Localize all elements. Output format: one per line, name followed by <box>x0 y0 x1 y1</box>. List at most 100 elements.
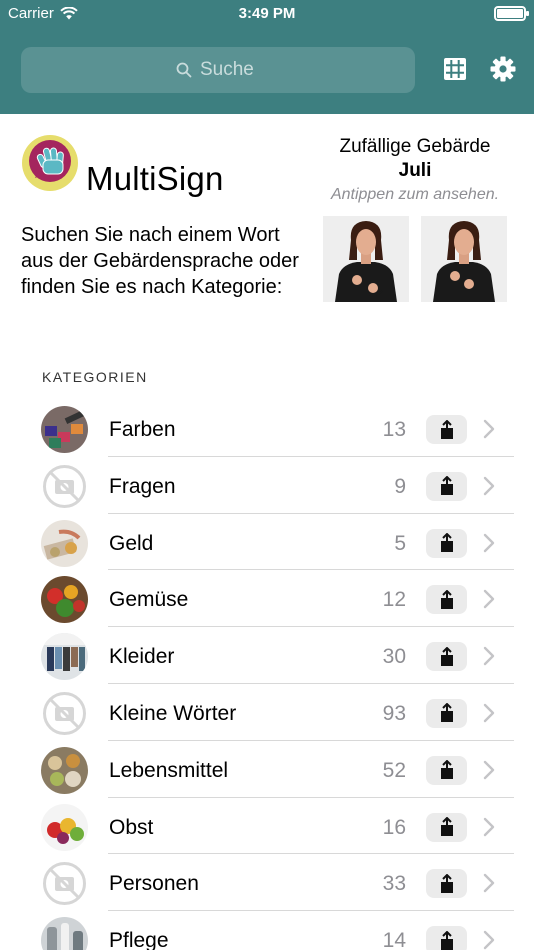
category-count: 30 <box>382 645 406 669</box>
category-count: 16 <box>382 815 406 839</box>
search-input[interactable] <box>200 59 260 81</box>
share-icon <box>440 589 453 609</box>
share-button[interactable] <box>426 698 467 728</box>
random-sign-panel[interactable]: Zufällige Gebärde Juli Antippen zum anse… <box>310 136 520 204</box>
category-row[interactable]: Geld 5 <box>0 514 534 571</box>
category-row[interactable]: Personen 33 <box>0 854 534 912</box>
app-title: MultiSign <box>86 160 224 197</box>
share-icon <box>440 476 453 496</box>
category-name: Lebensmittel <box>109 758 229 782</box>
share-button[interactable] <box>426 812 467 842</box>
disclosure-chevron <box>483 817 495 842</box>
chevron-right-icon <box>483 476 495 495</box>
disclosure-chevron <box>483 589 495 614</box>
share-button[interactable] <box>426 415 467 444</box>
intro-text: Suchen Sie nach einem Wort aus der Gebär… <box>21 224 299 298</box>
random-sign-word[interactable]: Juli <box>310 160 520 182</box>
share-button[interactable] <box>426 528 467 558</box>
share-button[interactable] <box>426 869 467 899</box>
category-row[interactable]: Obst 16 <box>0 798 534 855</box>
share-button[interactable] <box>426 471 467 501</box>
category-count: 33 <box>382 872 406 896</box>
chevron-right-icon <box>483 930 495 950</box>
category-row[interactable]: Kleine Wörter 93 <box>0 684 534 741</box>
category-thumbnail <box>41 917 88 950</box>
chevron-right-icon <box>483 874 495 893</box>
category-row[interactable]: Gemüse 12 <box>0 570 534 628</box>
chevron-right-icon <box>483 760 495 779</box>
category-count: 12 <box>382 588 406 612</box>
disclosure-chevron <box>483 533 495 558</box>
share-button[interactable] <box>426 642 467 672</box>
category-thumbnail <box>41 689 88 737</box>
category-row[interactable]: Fragen 9 <box>0 457 534 514</box>
category-thumbnail <box>41 803 88 851</box>
status-time: 3:49 PM <box>238 5 296 22</box>
status-bar: Carrier 3:49 PM <box>0 0 534 28</box>
top-bar: Carrier 3:49 PM <box>0 0 534 114</box>
disclosure-chevron <box>483 930 495 950</box>
grid-icon <box>444 58 466 80</box>
category-count: 93 <box>382 701 406 725</box>
disclosure-chevron <box>483 646 495 671</box>
category-count: 13 <box>382 418 406 441</box>
category-name: Kleider <box>109 645 175 669</box>
category-count: 9 <box>394 474 406 498</box>
category-thumbnail <box>41 860 88 908</box>
settings-button[interactable] <box>489 55 517 83</box>
category-name: Personen <box>109 872 199 896</box>
chevron-right-icon <box>483 590 495 609</box>
signer-image <box>323 216 409 302</box>
category-name: Kleine Wörter <box>109 701 237 725</box>
category-row[interactable]: Farben 13 <box>0 400 534 457</box>
search-bar[interactable] <box>21 47 415 93</box>
category-name: Pflege <box>109 929 169 950</box>
disclosure-chevron <box>483 703 495 728</box>
category-thumbnail <box>41 462 88 510</box>
chevron-right-icon <box>483 533 495 552</box>
share-icon <box>440 817 453 837</box>
category-name: Gemüse <box>109 588 189 612</box>
share-icon <box>440 646 453 666</box>
gear-icon <box>490 56 516 82</box>
share-icon <box>440 419 453 439</box>
category-row[interactable]: Pflege 14 <box>0 911 534 950</box>
category-name: Farben <box>109 418 176 441</box>
share-icon <box>440 533 453 553</box>
category-row[interactable]: Lebensmittel 52 <box>0 741 534 798</box>
category-row[interactable]: Kleider 30 <box>0 627 534 684</box>
chevron-right-icon <box>483 419 495 439</box>
share-button[interactable] <box>426 926 467 950</box>
category-count: 14 <box>382 929 406 950</box>
category-count: 5 <box>394 531 406 555</box>
category-name: Geld <box>109 531 154 555</box>
share-icon <box>440 760 453 780</box>
category-list: Farben 13 Fragen 9 Geld 5 Gemüse 12 Kleider 30 Kle… <box>0 400 534 950</box>
category-name: Fragen <box>109 474 176 498</box>
share-icon <box>440 930 453 950</box>
category-name: Obst <box>109 815 154 839</box>
random-sign-hint: Antippen zum ansehen. <box>330 186 500 203</box>
category-thumbnail <box>41 519 88 567</box>
grid-view-button[interactable] <box>441 55 469 83</box>
app-logo <box>22 135 78 191</box>
disclosure-chevron <box>483 873 495 898</box>
random-sign-image-2[interactable] <box>421 216 507 302</box>
random-sign-image-1[interactable] <box>323 216 409 302</box>
category-thumbnail <box>41 633 88 681</box>
share-button[interactable] <box>426 755 467 785</box>
category-count: 52 <box>382 758 406 782</box>
disclosure-chevron <box>483 760 495 785</box>
signer-image <box>421 216 507 302</box>
disclosure-chevron <box>483 419 495 444</box>
chevron-right-icon <box>483 703 495 723</box>
category-thumbnail <box>41 746 88 794</box>
categories-header: KATEGORIEN <box>42 369 148 385</box>
battery-icon <box>494 6 529 21</box>
random-sign-title: Zufällige Gebärde <box>339 136 491 157</box>
chevron-right-icon <box>483 817 495 836</box>
chevron-right-icon <box>483 646 495 666</box>
share-icon <box>440 873 453 893</box>
search-icon <box>176 62 192 78</box>
share-button[interactable] <box>426 585 467 615</box>
